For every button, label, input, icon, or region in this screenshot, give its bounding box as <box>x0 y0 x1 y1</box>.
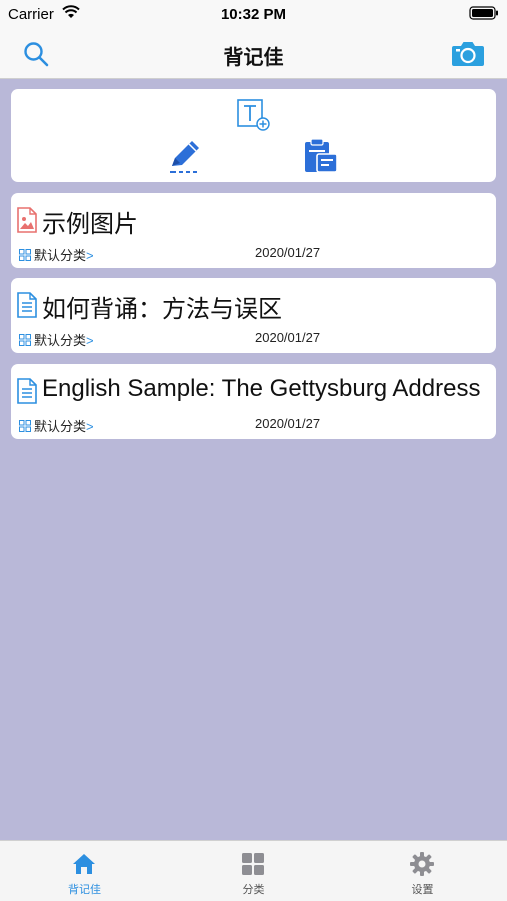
tab-bar: 背记佳 分类 设置 <box>0 840 507 901</box>
tab-home-label: 背记佳 <box>68 884 101 896</box>
note-date: 2020/01/27 <box>255 330 321 345</box>
document-icon <box>17 378 37 404</box>
category-icon <box>19 334 31 346</box>
category-label: 默认分类 <box>34 419 87 434</box>
category-arrow: > <box>86 333 94 348</box>
note-title: 如何背诵：方法与误区 <box>42 296 282 323</box>
note-date: 2020/01/27 <box>255 416 321 431</box>
page-title: 背记佳 <box>223 47 284 69</box>
tab-categories-label: 分类 <box>242 884 265 896</box>
category-label: 默认分类 <box>34 333 87 348</box>
battery-icon <box>469 6 498 20</box>
note-title: 示例图片 <box>42 211 138 238</box>
note-date: 2020/01/27 <box>255 245 321 260</box>
camera-icon[interactable] <box>451 38 485 68</box>
category-icon <box>19 420 31 432</box>
note-card[interactable]: 如何背诵：方法与误区 默认分类> 2020/01/27 <box>11 278 496 353</box>
grid-icon <box>242 853 264 875</box>
category-label: 默认分类 <box>34 248 87 263</box>
tab-settings[interactable]: 设置 <box>338 841 507 901</box>
tab-settings-label: 设置 <box>411 884 434 896</box>
pencil-icon[interactable] <box>166 136 206 176</box>
note-category[interactable]: 默认分类> <box>19 416 94 435</box>
gear-icon <box>410 852 434 876</box>
tab-home[interactable]: 背记佳 <box>0 841 169 901</box>
category-icon <box>19 249 31 261</box>
document-icon <box>17 292 37 318</box>
image-file-icon <box>17 207 37 233</box>
note-category[interactable]: 默认分类> <box>19 330 94 349</box>
status-bar: Carrier 10:32 PM <box>0 0 507 28</box>
note-category[interactable]: 默认分类> <box>19 245 94 264</box>
note-title: English Sample: The Gettysburg Address <box>42 375 481 402</box>
home-icon <box>73 854 95 874</box>
category-arrow: > <box>86 419 94 434</box>
nav-bar: 背记佳 <box>0 28 507 79</box>
note-card[interactable]: 示例图片 默认分类> 2020/01/27 <box>11 193 496 268</box>
tab-categories[interactable]: 分类 <box>169 841 338 901</box>
input-tools-card <box>11 89 496 182</box>
clock: 10:32 PM <box>220 6 287 23</box>
add-text-icon[interactable] <box>236 97 272 133</box>
category-arrow: > <box>86 248 94 263</box>
paste-clipboard-icon[interactable] <box>301 136 341 176</box>
note-card[interactable]: English Sample: The Gettysburg Address 默… <box>11 364 496 439</box>
